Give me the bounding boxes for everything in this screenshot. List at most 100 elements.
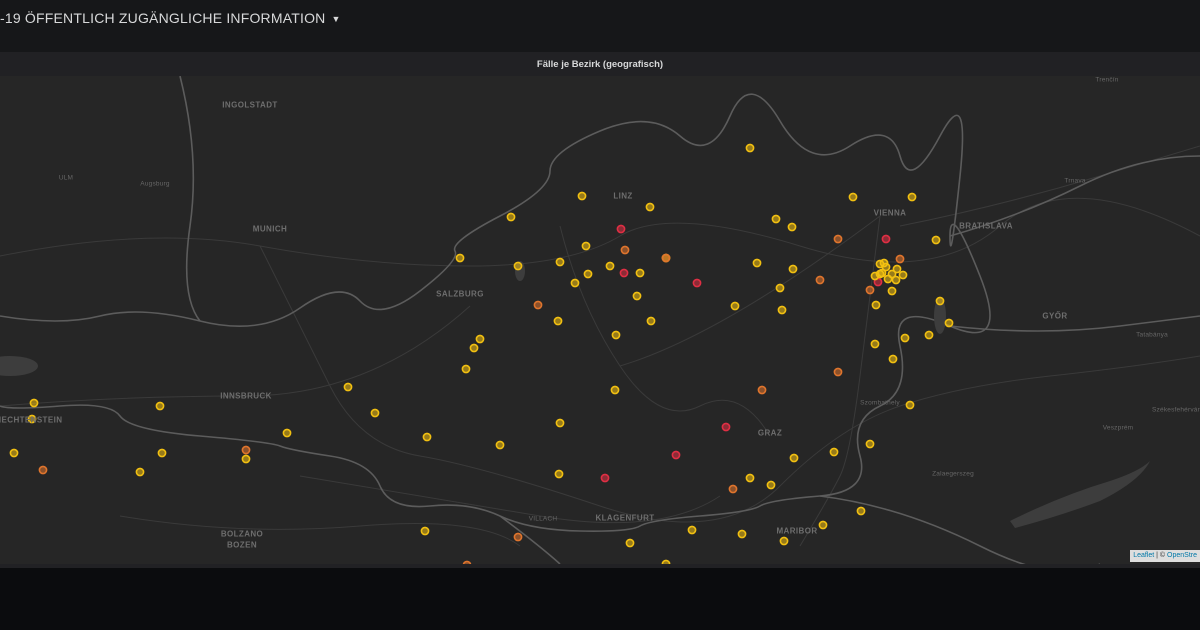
- case-marker[interactable]: [883, 274, 893, 284]
- case-marker[interactable]: [687, 525, 697, 535]
- top-navbar: -19 ÖFFENTLICH ZUGÄNGLICHE INFORMATION ▼: [0, 0, 1200, 44]
- case-marker[interactable]: [829, 447, 839, 457]
- case-marker[interactable]: [343, 382, 353, 392]
- case-marker[interactable]: [879, 258, 889, 268]
- case-marker[interactable]: [775, 283, 785, 293]
- case-marker[interactable]: [856, 506, 866, 516]
- case-marker[interactable]: [469, 343, 479, 353]
- case-marker[interactable]: [789, 453, 799, 463]
- case-marker[interactable]: [611, 330, 621, 340]
- case-marker[interactable]: [779, 536, 789, 546]
- case-marker[interactable]: [924, 330, 934, 340]
- case-marker[interactable]: [777, 305, 787, 315]
- case-marker[interactable]: [506, 212, 516, 222]
- case-marker[interactable]: [931, 235, 941, 245]
- case-marker[interactable]: [577, 191, 587, 201]
- case-marker[interactable]: [632, 291, 642, 301]
- case-marker[interactable]: [555, 418, 565, 428]
- case-marker[interactable]: [848, 192, 858, 202]
- case-marker[interactable]: [721, 422, 731, 432]
- case-marker[interactable]: [907, 192, 917, 202]
- case-marker[interactable]: [881, 234, 891, 244]
- case-marker[interactable]: [610, 385, 620, 395]
- dashboard-title-dropdown[interactable]: -19 ÖFFENTLICH ZUGÄNGLICHE INFORMATION ▼: [0, 10, 341, 26]
- case-marker[interactable]: [461, 364, 471, 374]
- case-marker[interactable]: [745, 473, 755, 483]
- case-marker[interactable]: [787, 222, 797, 232]
- case-marker[interactable]: [871, 300, 881, 310]
- openstreetmap-link[interactable]: OpenStre: [1167, 552, 1197, 559]
- case-marker[interactable]: [462, 560, 472, 564]
- case-marker[interactable]: [29, 398, 39, 408]
- case-marker[interactable]: [944, 318, 954, 328]
- case-marker[interactable]: [870, 339, 880, 349]
- case-marker[interactable]: [887, 286, 897, 296]
- case-marker[interactable]: [895, 254, 905, 264]
- panel-header[interactable]: Fälle je Bezirk (geografisch): [0, 52, 1200, 76]
- case-marker[interactable]: [898, 270, 908, 280]
- case-marker[interactable]: [554, 469, 564, 479]
- case-marker[interactable]: [757, 385, 767, 395]
- case-marker[interactable]: [815, 275, 825, 285]
- case-marker[interactable]: [833, 234, 843, 244]
- case-marker[interactable]: [833, 367, 843, 377]
- case-marker[interactable]: [495, 440, 505, 450]
- case-marker[interactable]: [513, 261, 523, 271]
- case-marker[interactable]: [661, 559, 671, 564]
- case-marker[interactable]: [745, 143, 755, 153]
- case-marker[interactable]: [513, 532, 523, 542]
- case-marker[interactable]: [625, 538, 635, 548]
- case-marker[interactable]: [555, 257, 565, 267]
- case-marker[interactable]: [9, 448, 19, 458]
- case-marker[interactable]: [891, 275, 901, 285]
- case-marker[interactable]: [420, 526, 430, 536]
- case-marker[interactable]: [533, 300, 543, 310]
- case-marker[interactable]: [900, 333, 910, 343]
- case-marker[interactable]: [766, 480, 776, 490]
- case-marker[interactable]: [616, 224, 626, 234]
- leaflet-link[interactable]: Leaflet: [1133, 552, 1154, 559]
- case-marker[interactable]: [157, 448, 167, 458]
- case-marker[interactable]: [155, 401, 165, 411]
- case-marker[interactable]: [661, 253, 671, 263]
- case-marker[interactable]: [619, 268, 629, 278]
- leaflet-map[interactable]: INGOLSTADT ULM Augsburg MUNICH SALZBURG LINZ V…: [0, 76, 1200, 564]
- case-marker[interactable]: [135, 467, 145, 477]
- case-marker[interactable]: [752, 258, 762, 268]
- city-label: LINZ: [613, 191, 633, 201]
- case-marker[interactable]: [818, 520, 828, 530]
- case-marker[interactable]: [870, 271, 880, 281]
- city-label: MARIBOR: [776, 526, 818, 536]
- case-marker[interactable]: [620, 245, 630, 255]
- case-marker[interactable]: [600, 473, 610, 483]
- case-marker[interactable]: [645, 202, 655, 212]
- case-marker[interactable]: [581, 241, 591, 251]
- case-marker[interactable]: [905, 400, 915, 410]
- case-marker[interactable]: [583, 269, 593, 279]
- case-marker[interactable]: [422, 432, 432, 442]
- case-marker[interactable]: [646, 316, 656, 326]
- case-marker[interactable]: [692, 278, 702, 288]
- case-marker[interactable]: [241, 445, 251, 455]
- case-marker[interactable]: [888, 354, 898, 364]
- case-marker[interactable]: [570, 278, 580, 288]
- case-marker[interactable]: [671, 450, 681, 460]
- case-marker[interactable]: [771, 214, 781, 224]
- case-marker[interactable]: [728, 484, 738, 494]
- case-marker[interactable]: [730, 301, 740, 311]
- case-marker[interactable]: [935, 296, 945, 306]
- case-marker[interactable]: [38, 465, 48, 475]
- case-marker[interactable]: [892, 264, 902, 274]
- case-marker[interactable]: [737, 529, 747, 539]
- case-marker[interactable]: [788, 264, 798, 274]
- case-marker[interactable]: [865, 285, 875, 295]
- case-marker[interactable]: [605, 261, 615, 271]
- case-marker[interactable]: [370, 408, 380, 418]
- case-marker[interactable]: [282, 428, 292, 438]
- case-marker[interactable]: [553, 316, 563, 326]
- case-marker[interactable]: [635, 268, 645, 278]
- case-marker[interactable]: [865, 439, 875, 449]
- case-marker[interactable]: [455, 253, 465, 263]
- case-marker[interactable]: [241, 454, 251, 464]
- case-marker[interactable]: [475, 334, 485, 344]
